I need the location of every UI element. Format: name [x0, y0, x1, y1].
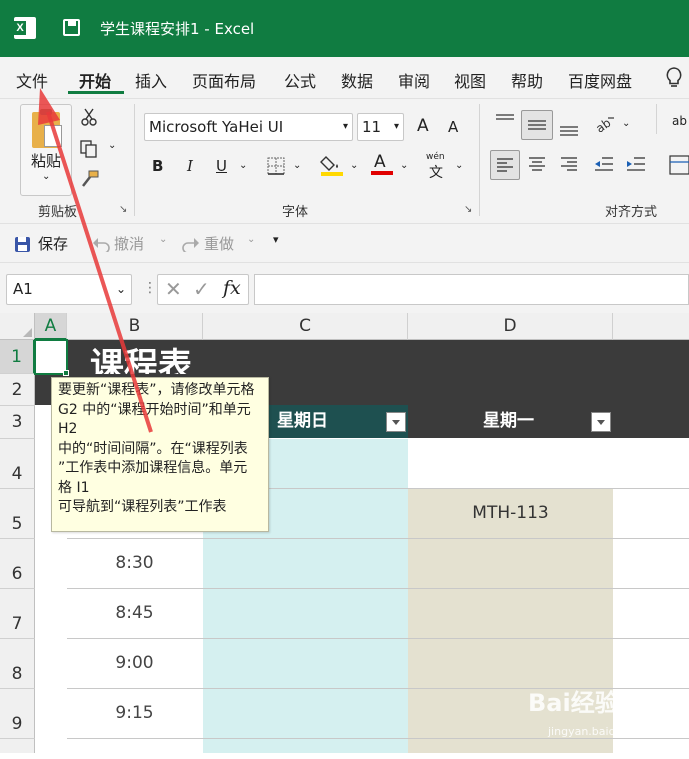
annotation-arrow-icon [38, 88, 153, 433]
watermark-logo: Bai经验 [528, 689, 619, 717]
watermark-url: jingyan.baidu.com [548, 725, 650, 738]
